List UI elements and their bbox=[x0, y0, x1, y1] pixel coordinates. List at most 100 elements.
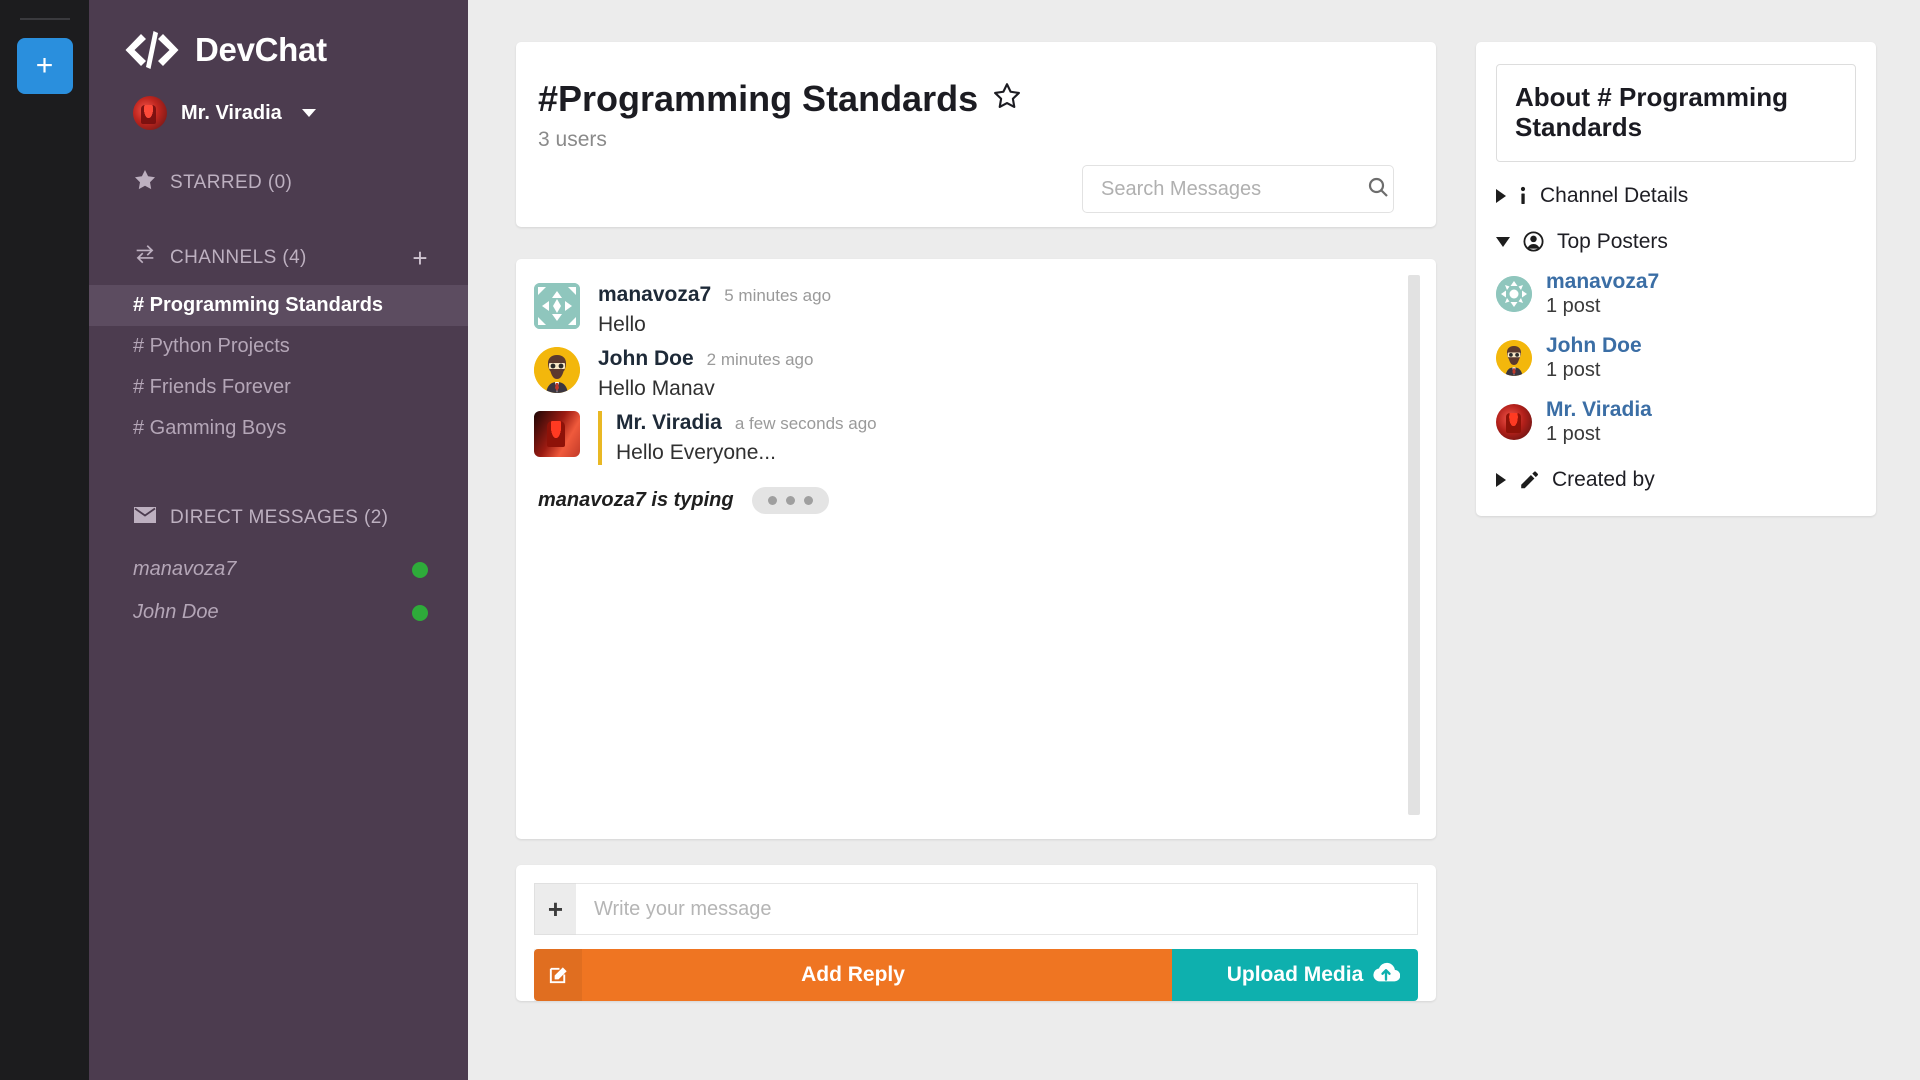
typing-indicator: manavoza7 is typing bbox=[534, 487, 1418, 514]
typing-dots bbox=[751, 487, 829, 514]
status-badge-online bbox=[412, 561, 428, 578]
avatar-viradia bbox=[534, 411, 580, 457]
top-poster-info: Mr. Viradia 1 post bbox=[1546, 398, 1652, 446]
message-body: manavoza7 5 minutes ago Hello bbox=[598, 283, 1418, 337]
typing-dot bbox=[767, 496, 777, 505]
main-content: #Programming Standards 3 users Search Me… bbox=[468, 0, 1920, 1080]
avatar-john bbox=[1496, 339, 1532, 376]
channel-user-count: 3 users bbox=[538, 128, 607, 151]
top-poster-item: John Doe 1 post bbox=[1496, 334, 1856, 382]
cloud-upload-icon bbox=[1372, 960, 1401, 990]
dm-name: John Doe bbox=[133, 601, 219, 623]
top-poster-item: manavoza7 1 post bbox=[1496, 270, 1856, 318]
direct-message-list: manavoza7 John Doe bbox=[89, 548, 468, 634]
sidebar-item-programming-standards[interactable]: # Programming Standards bbox=[89, 285, 468, 326]
about-title: About # Programming Standards bbox=[1515, 82, 1789, 142]
top-poster-item: Mr. Viradia 1 post bbox=[1496, 398, 1856, 446]
message-item: manavoza7 5 minutes ago Hello bbox=[534, 283, 1418, 347]
search-input[interactable] bbox=[1101, 177, 1366, 201]
channel-list: # Programming Standards # Python Project… bbox=[89, 285, 468, 449]
add-workspace-button[interactable]: + bbox=[16, 38, 73, 94]
message-list: manavoza7 5 minutes ago Hello John Doe 2… bbox=[516, 259, 1436, 839]
top-poster-name[interactable]: manavoza7 bbox=[1546, 270, 1659, 294]
chevron-right-icon bbox=[1496, 188, 1506, 203]
about-panel: About # Programming Standards Channel De… bbox=[1476, 42, 1876, 516]
user-circle-icon bbox=[1522, 230, 1545, 253]
add-reply-label: Add Reply bbox=[801, 963, 905, 986]
accordion-label: Top Posters bbox=[1557, 229, 1668, 253]
sidebar-item-python-projects[interactable]: # Python Projects bbox=[89, 326, 468, 367]
add-reply-button[interactable]: Add Reply bbox=[534, 949, 1172, 1001]
top-poster-name[interactable]: Mr. Viradia bbox=[1546, 398, 1652, 422]
message-item: John Doe 2 minutes ago Hello Manav bbox=[534, 347, 1418, 411]
identicon-teal bbox=[1496, 275, 1532, 312]
dm-name: manavoza7 bbox=[133, 558, 237, 580]
current-user-menu[interactable]: Mr. Viradia bbox=[89, 72, 468, 130]
upload-media-button[interactable]: Upload Media bbox=[1172, 949, 1418, 1001]
app-root: + DevChat Mr. Viradia STARRED (0) CHANNE… bbox=[0, 0, 1920, 1080]
message-body: John Doe 2 minutes ago Hello Manav bbox=[598, 347, 1418, 401]
message-author: manavoza7 bbox=[598, 283, 712, 306]
message-meta: manavoza7 5 minutes ago bbox=[598, 283, 1418, 307]
pencil-square-icon bbox=[534, 949, 582, 1001]
accordion-label: Channel Details bbox=[1540, 183, 1689, 207]
sidebar-section-channels[interactable]: CHANNELS (4) + bbox=[89, 245, 468, 271]
sidebar-item-gamming-boys[interactable]: # Gamming Boys bbox=[89, 408, 468, 449]
accordion-channel-details[interactable]: Channel Details bbox=[1496, 184, 1856, 208]
chevron-right-icon bbox=[1496, 472, 1506, 487]
avatar-john bbox=[534, 347, 580, 393]
channel-title-text: #Programming Standards bbox=[538, 78, 979, 119]
channel-header: #Programming Standards 3 users bbox=[516, 42, 1436, 227]
star-outline-icon[interactable] bbox=[992, 78, 1022, 120]
message-composer: + Add Reply Upload Media bbox=[516, 865, 1436, 1001]
brand-name: DevChat bbox=[195, 31, 327, 68]
accordion-top-posters[interactable]: Top Posters bbox=[1496, 230, 1856, 254]
avatar-viradia bbox=[1496, 403, 1532, 440]
star-icon bbox=[133, 168, 157, 198]
composer-actions: Add Reply Upload Media bbox=[534, 949, 1418, 1001]
message-item: Mr. Viradia a few seconds ago Hello Ever… bbox=[534, 411, 1418, 475]
message-scrollbar[interactable] bbox=[1408, 275, 1420, 815]
message-timestamp: 5 minutes ago bbox=[724, 286, 832, 305]
info-icon bbox=[1518, 184, 1528, 208]
search-icon[interactable] bbox=[1366, 175, 1390, 204]
message-input[interactable] bbox=[576, 883, 1418, 935]
sidebar-item-friends-forever[interactable]: # Friends Forever bbox=[89, 367, 468, 408]
rail-divider bbox=[19, 18, 70, 20]
message-author: John Doe bbox=[598, 347, 694, 370]
attach-button[interactable]: + bbox=[534, 883, 576, 935]
sidebar-section-direct-messages[interactable]: DIRECT MESSAGES (2) bbox=[89, 506, 468, 530]
sidebar: DevChat Mr. Viradia STARRED (0) CHANNELS… bbox=[89, 0, 468, 1080]
page-title: #Programming Standards bbox=[538, 78, 1406, 120]
sidebar-channels-label: CHANNELS (4) bbox=[170, 247, 307, 268]
current-user-name: Mr. Viradia bbox=[181, 101, 282, 124]
add-channel-button[interactable]: + bbox=[412, 245, 428, 271]
workspace-rail: + bbox=[0, 0, 89, 1080]
sidebar-section-starred[interactable]: STARRED (0) bbox=[89, 168, 468, 198]
dm-item-manavoza7[interactable]: manavoza7 bbox=[89, 548, 468, 591]
avatar bbox=[133, 96, 167, 130]
message-timestamp: a few seconds ago bbox=[734, 414, 877, 433]
code-brackets-icon bbox=[125, 28, 179, 72]
accordion-created-by[interactable]: Created by bbox=[1496, 468, 1856, 492]
top-poster-count: 1 post bbox=[1546, 358, 1601, 381]
sidebar-dm-label: DIRECT MESSAGES (2) bbox=[170, 507, 389, 528]
sidebar-starred-label: STARRED (0) bbox=[170, 172, 293, 193]
envelope-icon bbox=[133, 506, 157, 530]
message-text: Hello Everyone... bbox=[616, 441, 776, 464]
top-poster-name[interactable]: John Doe bbox=[1546, 334, 1642, 358]
search-messages-box[interactable] bbox=[1082, 165, 1394, 213]
message-text: Hello Manav bbox=[598, 377, 715, 400]
accordion-label: Created by bbox=[1552, 467, 1655, 491]
top-poster-count: 1 post bbox=[1546, 422, 1601, 445]
upload-media-label: Upload Media bbox=[1226, 963, 1364, 986]
composer-input-row: + bbox=[534, 883, 1418, 935]
message-meta: John Doe 2 minutes ago bbox=[598, 347, 1418, 371]
status-badge-online bbox=[412, 604, 428, 621]
top-poster-info: John Doe 1 post bbox=[1546, 334, 1642, 382]
message-author: Mr. Viradia bbox=[616, 411, 722, 434]
top-poster-count: 1 post bbox=[1546, 294, 1601, 317]
channel-column: #Programming Standards 3 users Search Me… bbox=[516, 42, 1436, 1080]
dm-item-john-doe[interactable]: John Doe bbox=[89, 591, 468, 634]
top-poster-info: manavoza7 1 post bbox=[1546, 270, 1659, 318]
